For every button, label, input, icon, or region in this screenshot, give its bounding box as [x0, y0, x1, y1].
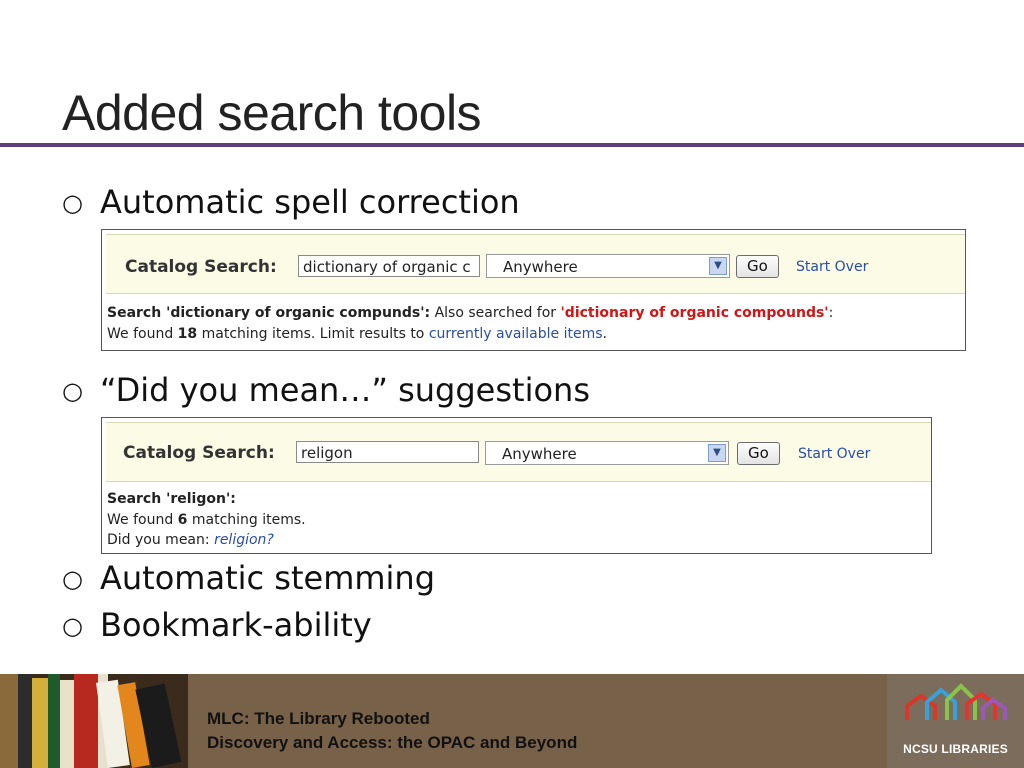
libraries-logo-icon — [905, 683, 1007, 720]
bullet-did-you-mean: ○ “Did you mean…” suggestions — [62, 371, 590, 409]
footer-conference-title: MLC: The Library Rebooted — [207, 709, 430, 728]
bullet-circle-icon: ○ — [62, 377, 83, 405]
search-query-text: Search 'dictionary of organic compunds': — [107, 305, 431, 321]
search-input[interactable]: dictionary of organic c — [298, 255, 480, 277]
period-text: . — [602, 326, 607, 342]
scope-selected-value: Anywhere — [503, 258, 578, 276]
catalog-search-label: Catalog Search: — [125, 257, 277, 277]
start-over-link[interactable]: Start Over — [796, 259, 868, 275]
footer-session-title: Discovery and Access: the OPAC and Beyon… — [207, 733, 578, 752]
result-count: 6 — [177, 512, 188, 528]
start-over-link[interactable]: Start Over — [798, 446, 870, 462]
matching-text: matching items. — [187, 512, 306, 528]
did-you-mean-text: Did you mean: — [107, 532, 215, 548]
search-input[interactable]: religon — [296, 441, 479, 463]
book-spine — [32, 678, 48, 768]
result-count: 18 — [177, 326, 198, 342]
spell-correction-screenshot: Catalog Search: dictionary of organic c … — [101, 229, 966, 351]
found-text: We found — [107, 326, 178, 342]
corrected-query-text: 'dictionary of organic compounds' — [560, 305, 829, 321]
bullet-text: “Did you mean…” suggestions — [100, 371, 590, 409]
catalog-search-bar: Catalog Search: dictionary of organic c … — [106, 234, 965, 294]
bullet-text: Automatic stemming — [100, 559, 436, 597]
go-button[interactable]: Go — [737, 442, 780, 465]
chevron-down-icon: ▼ — [708, 444, 726, 462]
bullet-stemming: ○ Automatic stemming — [62, 559, 435, 597]
bullet-text: Bookmark-ability — [100, 606, 372, 644]
chevron-down-icon: ▼ — [709, 257, 727, 275]
search-result-line: Search 'dictionary of organic compunds':… — [107, 305, 833, 321]
book-spine — [74, 674, 98, 768]
suggestion-link[interactable]: religion? — [214, 532, 274, 548]
scope-select[interactable]: Anywhere ▼ — [486, 254, 730, 278]
go-button[interactable]: Go — [736, 255, 779, 278]
book-spine — [18, 674, 32, 768]
bullet-circle-icon: ○ — [62, 612, 83, 640]
colon-text: : — [828, 305, 834, 321]
bullet-spell-correction: ○ Automatic spell correction — [62, 183, 520, 221]
book-spine — [0, 674, 18, 768]
book-spine — [60, 680, 74, 768]
catalog-search-label: Catalog Search: — [123, 443, 275, 463]
catalog-search-bar: Catalog Search: religon Anywhere ▼ Go St… — [106, 422, 931, 482]
also-searched-text: Also searched for — [430, 305, 561, 321]
did-you-mean-screenshot: Catalog Search: religon Anywhere ▼ Go St… — [101, 417, 932, 554]
title-rule — [0, 143, 1024, 147]
scope-select[interactable]: Anywhere ▼ — [485, 441, 729, 465]
bullet-circle-icon: ○ — [62, 189, 83, 217]
bookshelf-image — [0, 674, 188, 768]
bullet-text: Automatic spell correction — [100, 183, 520, 221]
bullet-bookmark-ability: ○ Bookmark-ability — [62, 606, 372, 644]
bullet-circle-icon: ○ — [62, 565, 83, 593]
scope-selected-value: Anywhere — [502, 445, 577, 463]
search-query-text: Search 'religon': — [107, 491, 236, 507]
available-items-link[interactable]: currently available items — [429, 326, 603, 342]
book-spine — [48, 674, 60, 768]
suggestion-line: Did you mean: religion? — [107, 532, 274, 548]
search-query-line: Search 'religon': — [107, 491, 236, 507]
slide-title: Added search tools — [62, 85, 482, 141]
matching-text: matching items. Limit results to — [197, 326, 429, 342]
result-count-line: We found 18 matching items. Limit result… — [107, 326, 607, 342]
logo-text: NCSU LIBRARIES — [903, 742, 1008, 756]
footer-band: MLC: The Library Rebooted Discovery and … — [0, 674, 1024, 768]
found-text: We found — [107, 512, 178, 528]
ncsu-libraries-logo: NCSU LIBRARIES — [887, 674, 1024, 768]
result-count-line: We found 6 matching items. — [107, 512, 306, 528]
